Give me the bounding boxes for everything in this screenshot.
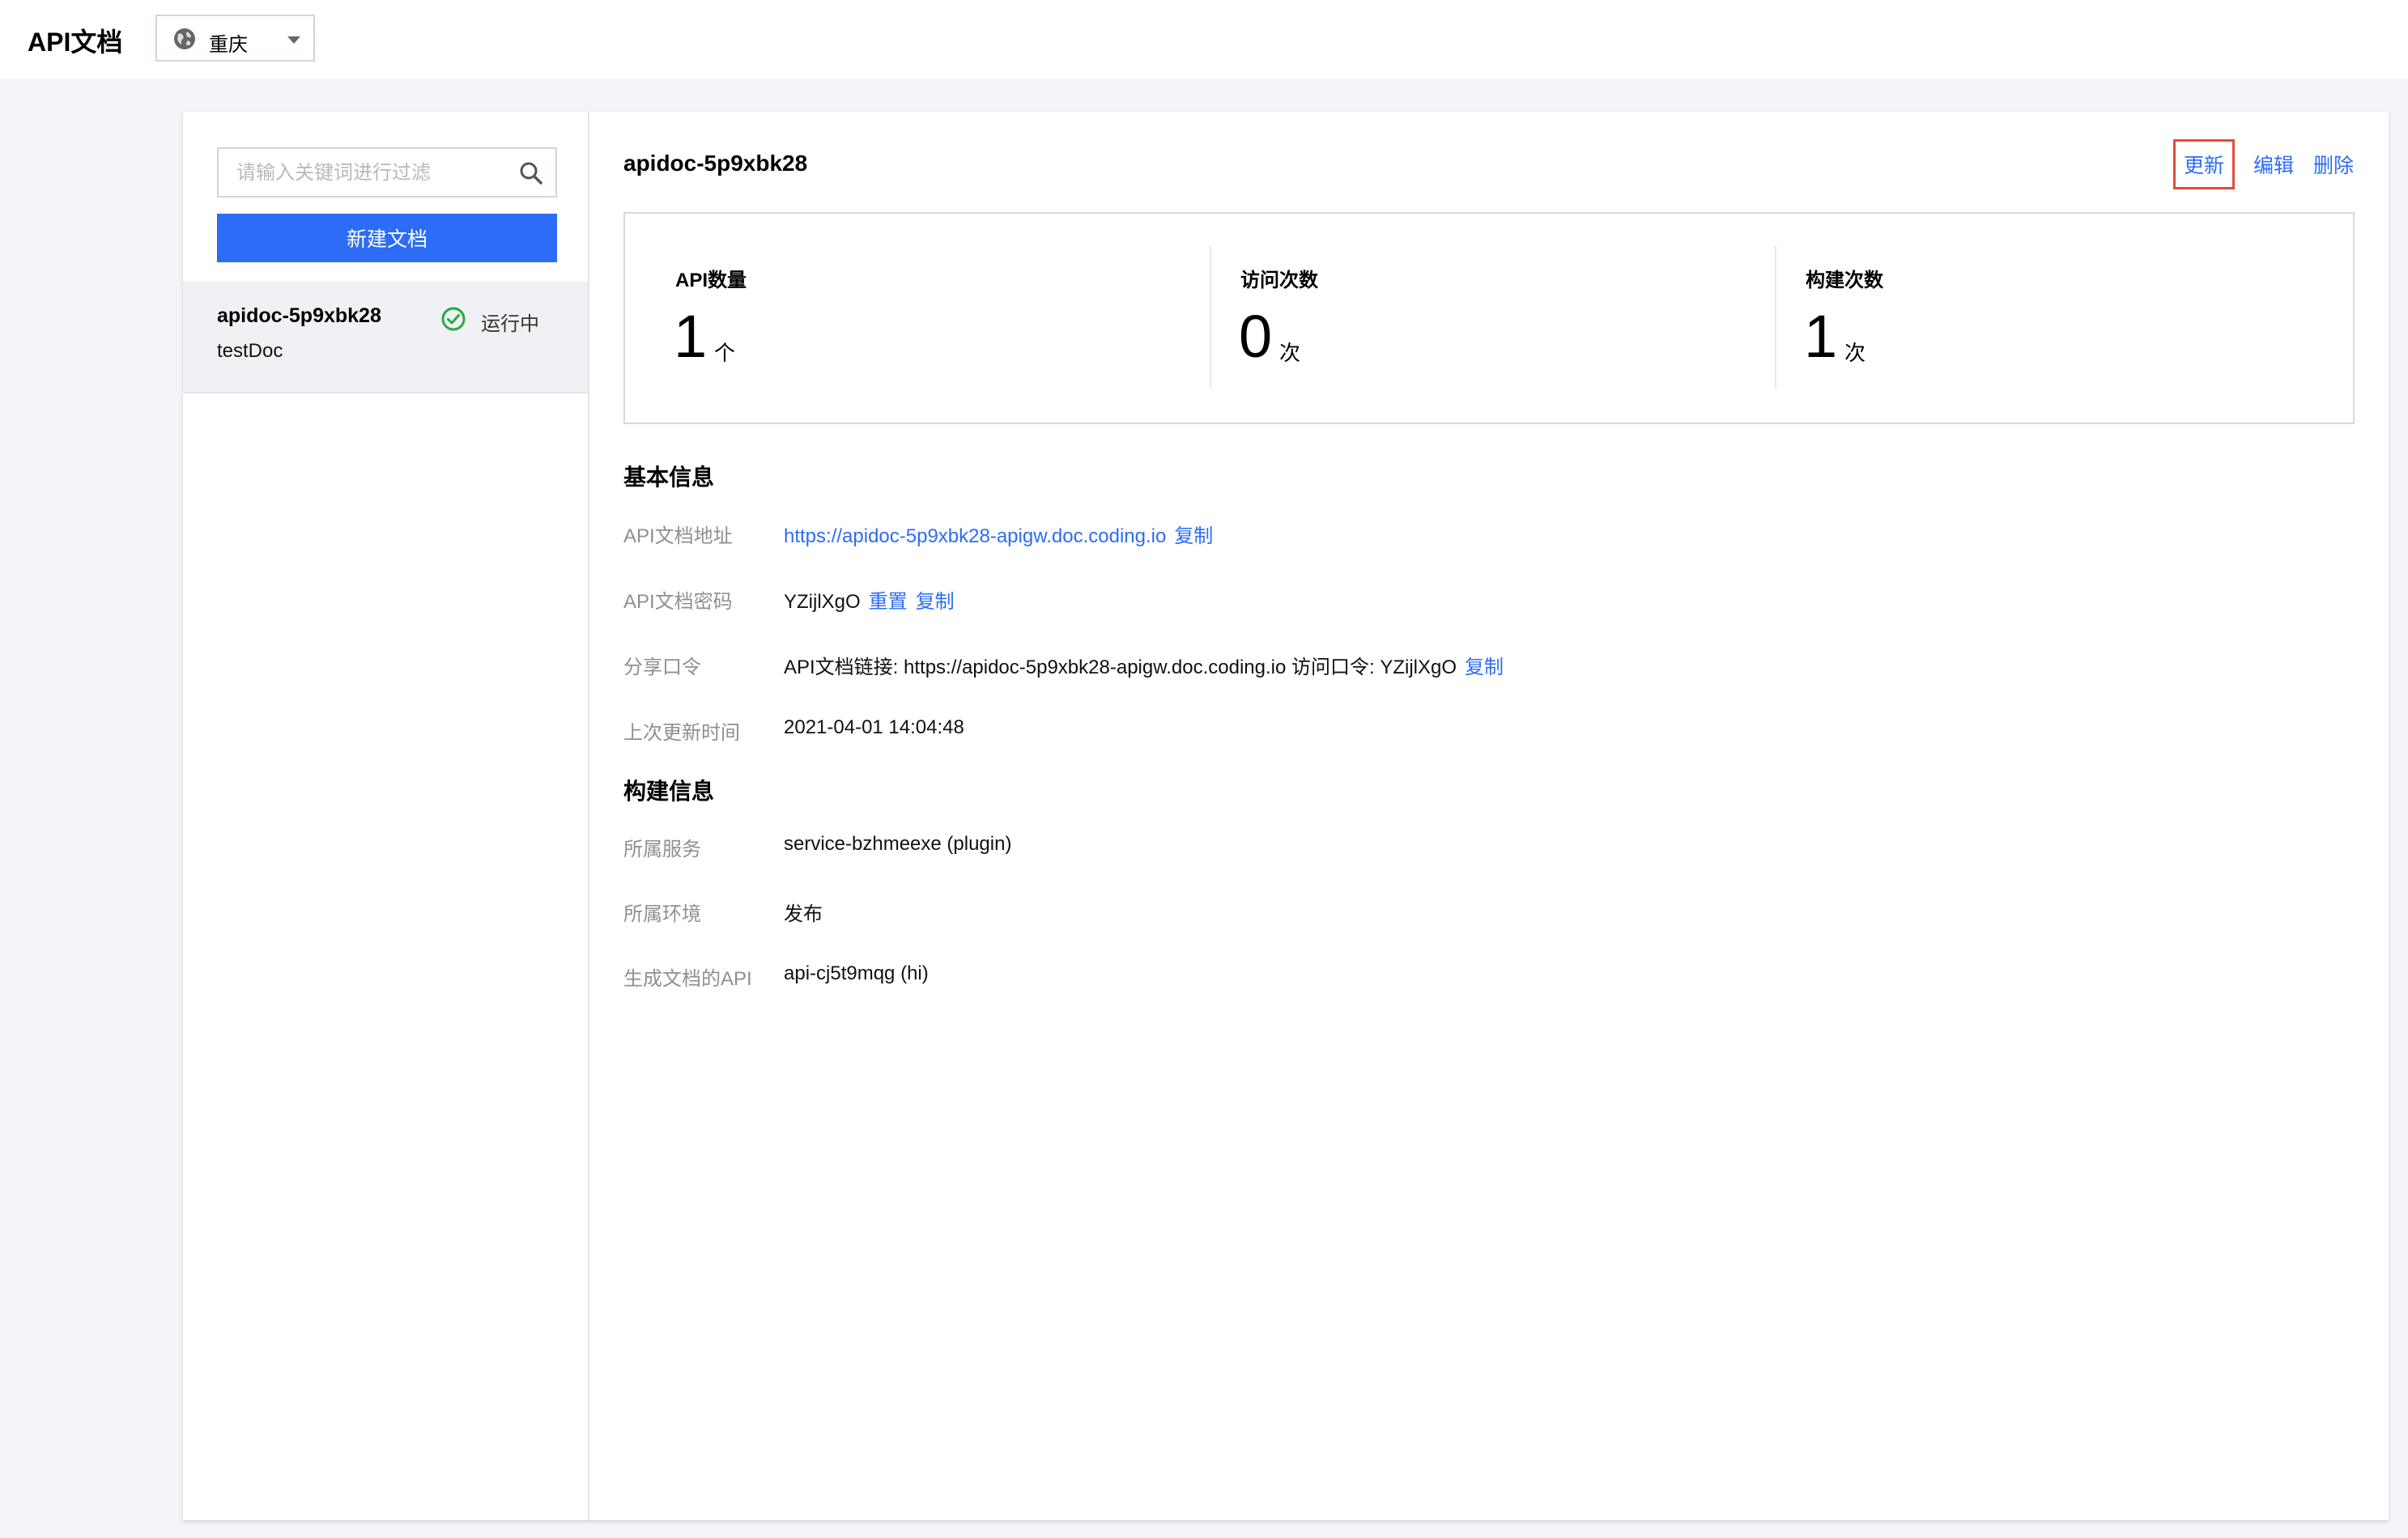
row-label: 分享口令 <box>623 656 701 678</box>
new-doc-button[interactable]: 新建文档 <box>217 214 557 262</box>
edit-button[interactable]: 编辑 <box>2249 139 2298 189</box>
stat-label: API数量 <box>675 270 747 291</box>
chevron-down-icon <box>287 36 300 44</box>
reset-password-button[interactable]: 重置 <box>869 591 908 613</box>
globe-icon <box>174 28 195 49</box>
stat-visit-count: 访问次数 0 次 <box>1190 214 1767 423</box>
stat-build-count: 构建次数 1 次 <box>1755 214 2332 423</box>
last-updated-value: 2021-04-01 14:04:48 <box>784 716 964 738</box>
stat-value: 0 <box>1239 303 1273 370</box>
region-select[interactable]: 重庆 <box>155 15 315 62</box>
copy-share-button[interactable]: 复制 <box>1465 656 1504 678</box>
region-label: 重庆 <box>209 34 248 56</box>
stat-unit: 次 <box>1844 341 1866 365</box>
stats-card: API数量 1 个 访问次数 0 次 构建次数 1 次 <box>623 212 2355 424</box>
stat-unit: 次 <box>1279 341 1301 365</box>
stat-api-count: API数量 1 个 <box>625 214 1202 423</box>
row-label: 上次更新时间 <box>623 722 740 744</box>
copy-url-button[interactable]: 复制 <box>1174 525 1213 547</box>
row-label: API文档密码 <box>623 591 733 613</box>
row-label: 所属服务 <box>623 839 701 860</box>
search-input[interactable] <box>235 159 513 188</box>
detail-pane: apidoc-5p9xbk28 更新 编辑 删除 API数量 1 个 访问次数 … <box>589 112 2389 1520</box>
doc-title: apidoc-5p9xbk28 <box>623 151 808 176</box>
row-label: API文档地址 <box>623 525 733 547</box>
update-button[interactable]: 更新 <box>2173 139 2235 189</box>
stat-label: 访问次数 <box>1240 270 1318 291</box>
page-title: API文档 <box>28 28 123 57</box>
source-api-link[interactable]: api-cj5t9mqg (hi) <box>784 962 929 985</box>
doc-url-link[interactable]: https://apidoc-5p9xbk28-apigw.doc.coding… <box>784 525 1166 547</box>
check-circle-icon <box>441 307 466 331</box>
build-info-title: 构建信息 <box>623 779 715 804</box>
stat-value: 1 <box>1804 303 1838 370</box>
sidebar: 新建文档 apidoc-5p9xbk28 运行中 testDoc <box>183 112 589 1520</box>
stat-unit: 个 <box>714 341 736 365</box>
password-value: YZijlXgO <box>784 591 861 613</box>
doc-item-desc: testDoc <box>217 340 283 362</box>
doc-item-name: apidoc-5p9xbk28 <box>217 304 381 327</box>
basic-info-title: 基本信息 <box>623 465 715 490</box>
search-box[interactable] <box>217 147 557 198</box>
doc-list-item[interactable]: apidoc-5p9xbk28 运行中 testDoc <box>183 282 588 393</box>
search-icon[interactable] <box>518 160 544 186</box>
main-panel: 新建文档 apidoc-5p9xbk28 运行中 testDoc apidoc-… <box>183 112 2389 1520</box>
stat-label: 构建次数 <box>1806 270 1883 291</box>
environment-value: 发布 <box>784 903 823 925</box>
stat-value: 1 <box>674 303 708 370</box>
share-token-value: API文档链接: https://apidoc-5p9xbk28-apigw.d… <box>784 656 1457 678</box>
top-bar: API文档 重庆 <box>0 0 2408 79</box>
row-label: 生成文档的API <box>623 968 752 990</box>
copy-password-button[interactable]: 复制 <box>916 591 955 613</box>
service-link[interactable]: service-bzhmeexe (plugin) <box>784 833 1011 856</box>
delete-button[interactable]: 删除 <box>2311 139 2356 189</box>
doc-item-status: 运行中 <box>481 313 539 335</box>
row-label: 所属环境 <box>623 903 701 925</box>
